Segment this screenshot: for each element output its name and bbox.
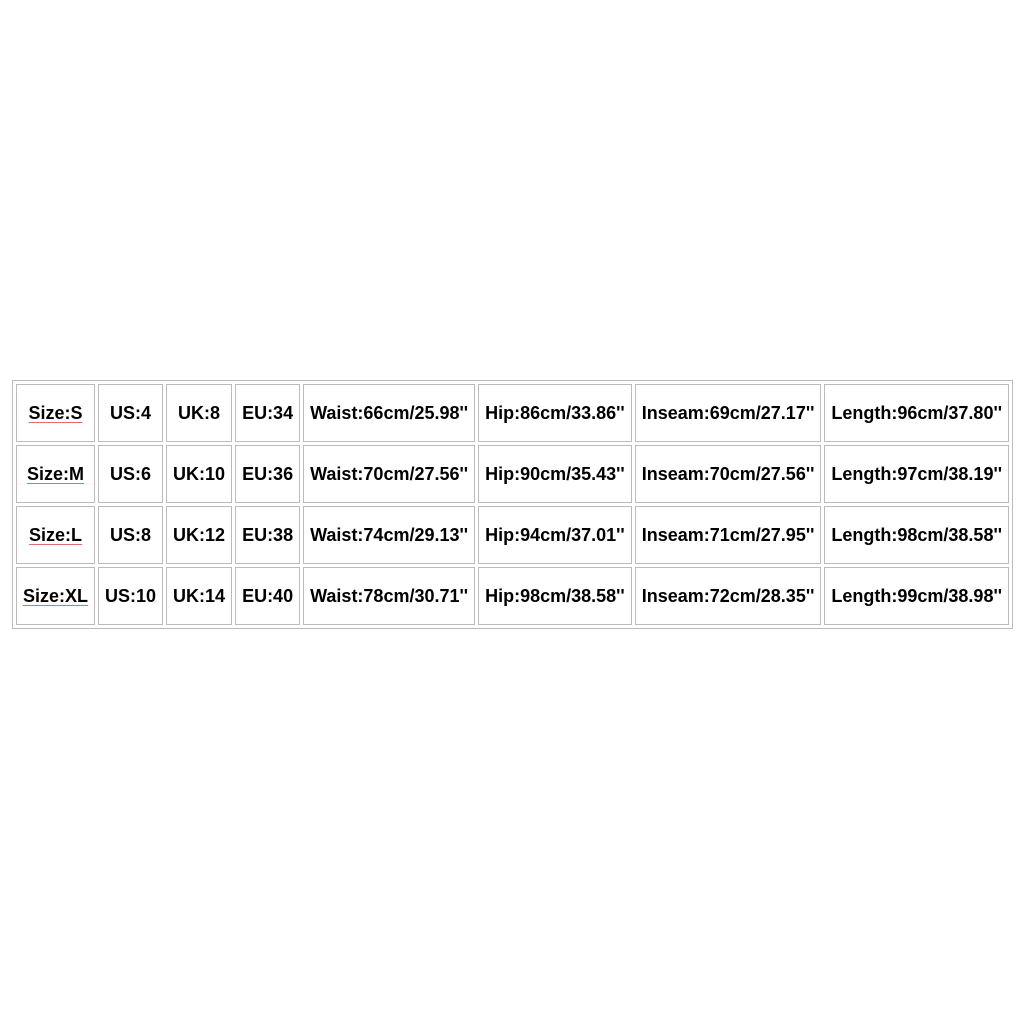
inseam-cell: Inseam:72cm/28.35'' [635,567,822,625]
size-cell: Size:XL [16,567,95,625]
us-cell: US:6 [98,445,163,503]
uk-cell: UK:12 [166,506,232,564]
us-cell: US:4 [98,384,163,442]
size-cell: Size:L [16,506,95,564]
length-cell: Length:98cm/38.58'' [824,506,1009,564]
table-row: Size:XL US:10 UK:14 EU:40 Waist:78cm/30.… [16,567,1009,625]
uk-cell: UK:14 [166,567,232,625]
length-cell: Length:99cm/38.98'' [824,567,1009,625]
uk-cell: UK:8 [166,384,232,442]
us-cell: US:8 [98,506,163,564]
waist-cell: Waist:66cm/25.98'' [303,384,475,442]
inseam-cell: Inseam:70cm/27.56'' [635,445,822,503]
hip-cell: Hip:94cm/37.01'' [478,506,632,564]
table-row: Size:L US:8 UK:12 EU:38 Waist:74cm/29.13… [16,506,1009,564]
waist-cell: Waist:70cm/27.56'' [303,445,475,503]
length-cell: Length:96cm/37.80'' [824,384,1009,442]
eu-cell: EU:34 [235,384,300,442]
uk-cell: UK:10 [166,445,232,503]
eu-cell: EU:36 [235,445,300,503]
inseam-cell: Inseam:71cm/27.95'' [635,506,822,564]
eu-cell: EU:40 [235,567,300,625]
size-cell: Size:M [16,445,95,503]
hip-cell: Hip:90cm/35.43'' [478,445,632,503]
size-cell: Size:S [16,384,95,442]
table-row: Size:S US:4 UK:8 EU:34 Waist:66cm/25.98'… [16,384,1009,442]
hip-cell: Hip:86cm/33.86'' [478,384,632,442]
table-row: Size:M US:6 UK:10 EU:36 Waist:70cm/27.56… [16,445,1009,503]
size-chart-table: Size:S US:4 UK:8 EU:34 Waist:66cm/25.98'… [12,380,1013,629]
size-chart-wrapper: Size:S US:4 UK:8 EU:34 Waist:66cm/25.98'… [12,380,1012,629]
inseam-cell: Inseam:69cm/27.17'' [635,384,822,442]
waist-cell: Waist:78cm/30.71'' [303,567,475,625]
waist-cell: Waist:74cm/29.13'' [303,506,475,564]
us-cell: US:10 [98,567,163,625]
hip-cell: Hip:98cm/38.58'' [478,567,632,625]
eu-cell: EU:38 [235,506,300,564]
length-cell: Length:97cm/38.19'' [824,445,1009,503]
